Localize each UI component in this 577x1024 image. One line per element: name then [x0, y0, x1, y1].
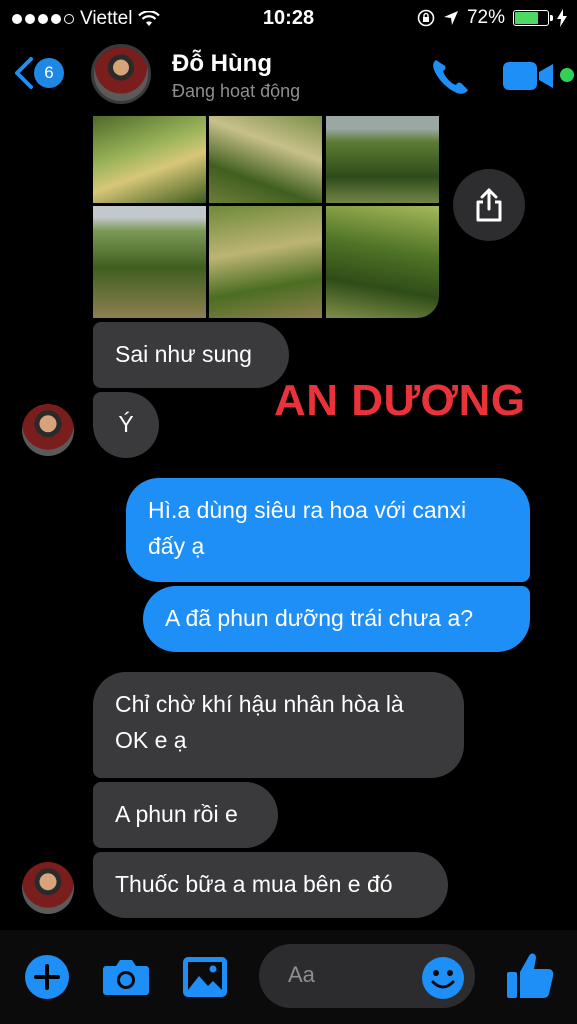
message-text: Sai như sung: [115, 341, 252, 367]
message-text: A phun rồi e: [115, 801, 238, 827]
camera-icon[interactable]: [102, 956, 150, 996]
message-bubble-incoming[interactable]: Sai như sung: [93, 322, 289, 388]
contact-status: Đang hoạt động: [172, 81, 301, 101]
back-chevron-icon: [15, 57, 33, 89]
conversation-header: 6 Đỗ Hùng Đang hoạt động: [0, 38, 577, 114]
photo-grid[interactable]: [93, 116, 439, 319]
message-text-line: OK e ạ: [115, 727, 187, 753]
message-bubble-incoming[interactable]: A phun rồi e: [93, 782, 278, 848]
plus-icon[interactable]: [24, 954, 70, 1000]
status-bar: Viettel 10:28 72%: [0, 0, 577, 38]
photo-thumbnail[interactable]: [326, 206, 439, 318]
status-right: 72%: [417, 7, 567, 29]
photo-thumbnail[interactable]: [93, 116, 206, 203]
video-camera-icon[interactable]: [503, 60, 555, 92]
message-bubble-incoming[interactable]: Thuốc bữa a mua bên e đó: [93, 852, 448, 918]
message-bubble-incoming[interactable]: Chỉ chờ khí hậu nhân hòa là OK e ạ: [93, 672, 464, 778]
message-bubble-outgoing[interactable]: Hì.a dùng siêu ra hoa với canxi đấy ạ: [126, 478, 530, 582]
contact-avatar-small[interactable]: [22, 404, 74, 456]
contact-avatar-small[interactable]: [22, 862, 74, 914]
back-button[interactable]: 6: [12, 56, 64, 90]
contact-avatar[interactable]: [91, 44, 151, 104]
message-text-line: Hì.a dùng siêu ra hoa với canxi: [148, 497, 467, 523]
watermark-text: AN DƯƠNG: [274, 376, 526, 425]
charging-icon: [557, 9, 567, 27]
emoji-icon[interactable]: [421, 956, 465, 1000]
composer-bar: Aa: [0, 930, 577, 1024]
thumbs-up-icon[interactable]: [505, 950, 555, 1002]
share-icon: [476, 188, 502, 222]
phone-icon[interactable]: [428, 56, 472, 96]
battery-icon: [513, 10, 553, 26]
location-arrow-icon: [443, 11, 458, 25]
active-indicator: [560, 68, 574, 82]
message-input-placeholder: Aa: [288, 962, 315, 987]
message-text-line: Chỉ chờ khí hậu nhân hòa là: [115, 691, 404, 717]
share-button[interactable]: [453, 169, 525, 241]
photo-thumbnail[interactable]: [209, 206, 322, 318]
rotation-lock-icon: [417, 9, 435, 27]
message-bubble-outgoing[interactable]: A đã phun dưỡng trái chưa a?: [143, 586, 530, 652]
contact-name[interactable]: Đỗ Hùng: [172, 50, 272, 78]
message-text: A đã phun dưỡng trái chưa a?: [165, 605, 474, 631]
image-icon[interactable]: [182, 956, 228, 998]
message-text-line: đấy ạ: [148, 533, 205, 559]
message-text: Thuốc bữa a mua bên e đó: [115, 871, 393, 897]
photo-thumbnail[interactable]: [93, 206, 206, 318]
unread-badge: 6: [34, 58, 64, 88]
message-bubble-incoming[interactable]: Ý: [93, 392, 159, 458]
message-text: Ý: [118, 411, 134, 437]
photo-thumbnail[interactable]: [209, 116, 322, 203]
battery-percent: 72%: [466, 7, 505, 28]
photo-thumbnail[interactable]: [326, 116, 439, 203]
